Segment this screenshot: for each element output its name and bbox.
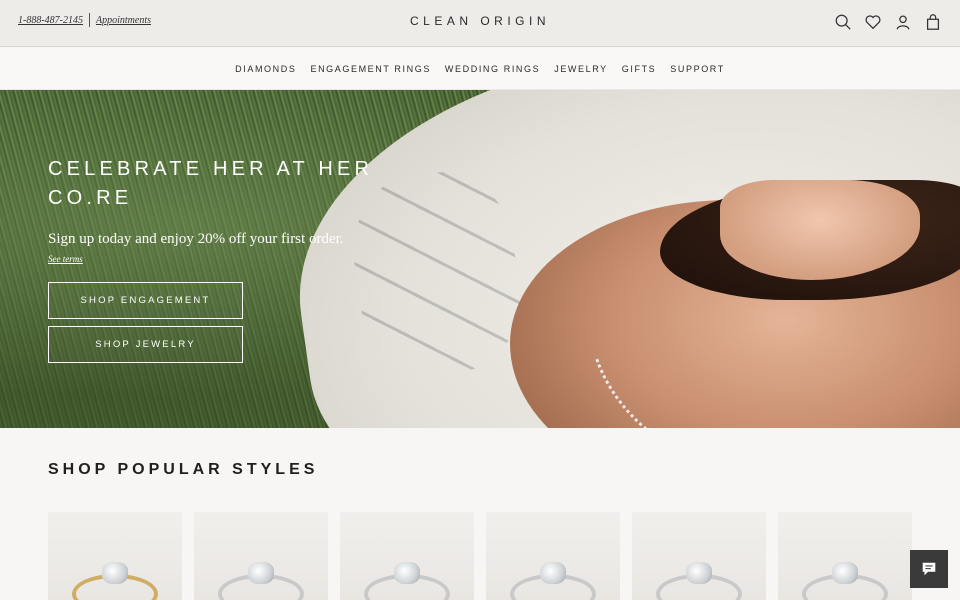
product-card[interactable] xyxy=(48,512,182,600)
diamond-image xyxy=(394,562,420,584)
hero-copy: CELEBRATE HER AT HER CO.RE Sign up today… xyxy=(48,155,428,363)
diamond-image xyxy=(248,562,274,584)
nav-item-jewelry[interactable]: JEWELRY xyxy=(554,64,608,74)
main-nav: DIAMONDS ENGAGEMENT RINGS WEDDING RINGS … xyxy=(0,48,960,90)
hero-subline: Sign up today and enjoy 20% off your fir… xyxy=(48,231,344,247)
heart-icon[interactable] xyxy=(864,12,882,32)
hero-headline: CELEBRATE HER AT HER CO.RE xyxy=(48,158,374,209)
diamond-image xyxy=(540,562,566,584)
nav-item-gifts[interactable]: GIFTS xyxy=(622,64,657,74)
chat-button[interactable] xyxy=(910,550,948,588)
product-carousel xyxy=(48,512,912,600)
hero-banner: CELEBRATE HER AT HER CO.RE Sign up today… xyxy=(0,90,960,428)
nav-item-support[interactable]: SUPPORT xyxy=(670,64,725,74)
brand-logo[interactable]: CLEAN ORIGIN xyxy=(0,14,960,28)
shop-engagement-button[interactable]: SHOP ENGAGEMENT xyxy=(48,282,243,319)
product-card[interactable] xyxy=(778,512,912,600)
bag-icon[interactable] xyxy=(924,12,942,32)
nav-item-engagement-rings[interactable]: ENGAGEMENT RINGS xyxy=(310,64,430,74)
header-icons xyxy=(834,12,942,32)
diamond-image xyxy=(686,562,712,584)
product-card[interactable] xyxy=(632,512,766,600)
product-card[interactable] xyxy=(486,512,620,600)
shop-jewelry-button[interactable]: SHOP JEWELRY xyxy=(48,326,243,363)
nav-item-diamonds[interactable]: DIAMONDS xyxy=(235,64,296,74)
section-title: SHOP POPULAR STYLES xyxy=(48,461,319,478)
search-icon[interactable] xyxy=(834,12,852,32)
see-terms-link[interactable]: See terms xyxy=(48,254,428,264)
product-card[interactable] xyxy=(194,512,328,600)
chat-icon xyxy=(922,562,936,576)
diamond-image xyxy=(102,562,128,584)
nav-item-wedding-rings[interactable]: WEDDING RINGS xyxy=(445,64,540,74)
product-card[interactable] xyxy=(340,512,474,600)
diamond-image xyxy=(832,562,858,584)
user-icon[interactable] xyxy=(894,12,912,32)
top-bar: 1-888-487-2145 Appointments CLEAN ORIGIN xyxy=(0,0,960,47)
popular-styles-section: SHOP POPULAR STYLES xyxy=(0,428,960,600)
